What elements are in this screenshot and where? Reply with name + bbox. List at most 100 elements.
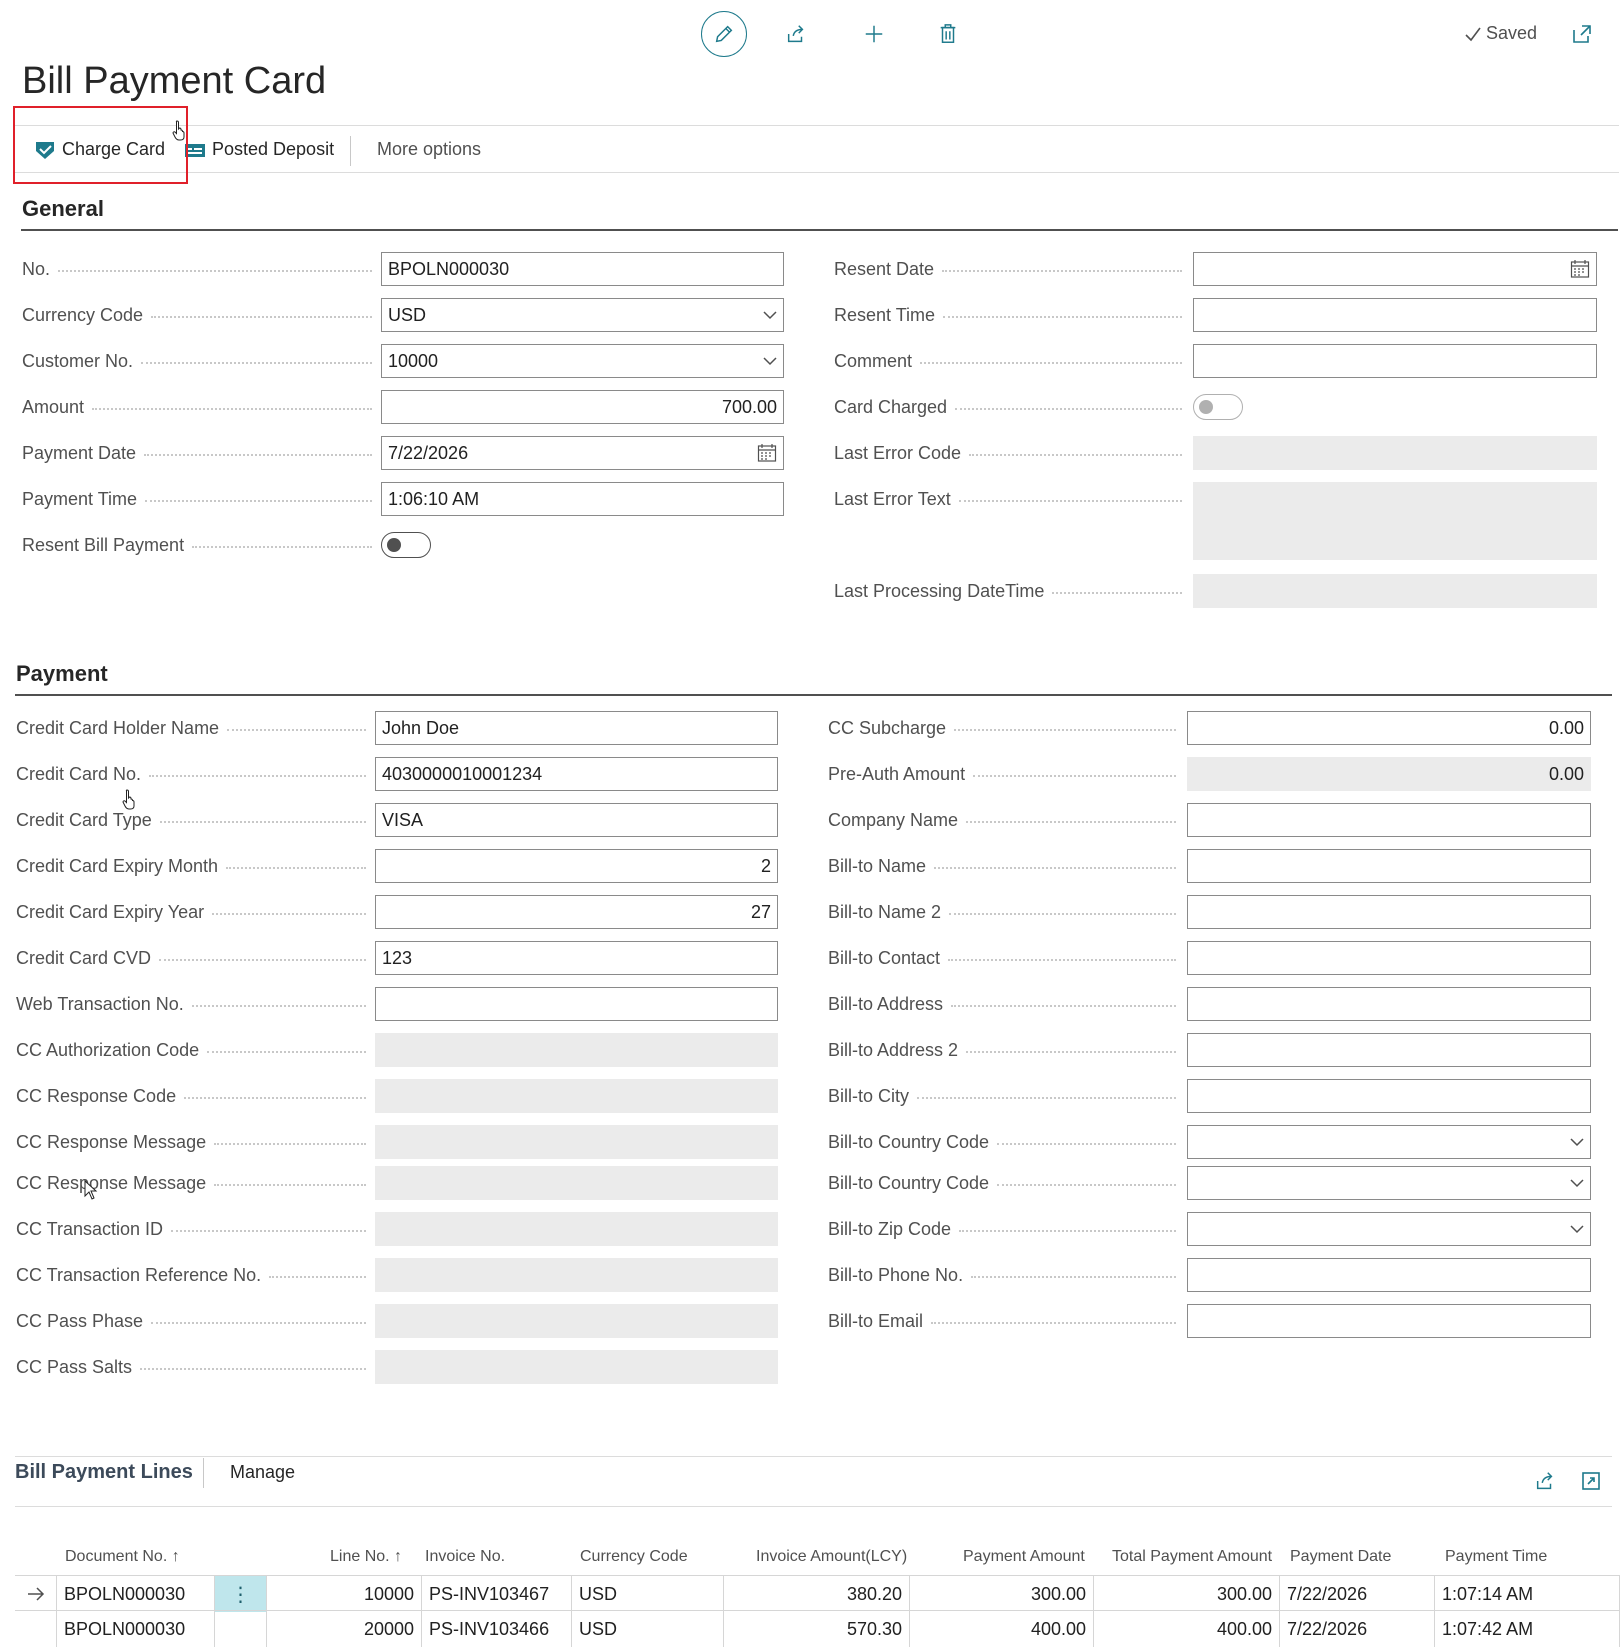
leader-dots (151, 1322, 366, 1324)
bill-to-address-2-label: Bill-to Address 2 (828, 1033, 1176, 1067)
hand-cursor-icon (172, 120, 185, 141)
leader-dots (955, 408, 1182, 410)
column-header-0[interactable]: Document No. ↑ (65, 1548, 180, 1566)
line-no-cell[interactable]: 20000 (267, 1611, 422, 1647)
row-menu-button[interactable] (215, 1611, 267, 1647)
credit-card-holder-name-field[interactable]: John Doe (375, 711, 778, 745)
invoice-no-cell[interactable]: PS-INV103467 (422, 1576, 572, 1612)
leader-dots (58, 270, 372, 272)
chevron-down-icon (1570, 1225, 1584, 1234)
bill-to-city-field[interactable] (1187, 1079, 1591, 1113)
share-button[interactable] (780, 18, 812, 50)
leader-dots (973, 775, 1176, 777)
customer-no-label: Customer No. (22, 344, 372, 378)
currency-code-field[interactable]: USD (381, 298, 784, 332)
action-bar-bottom-divider (14, 172, 1619, 173)
bill-to-name-2-field[interactable] (1187, 895, 1591, 929)
credit-card-type-field[interactable]: VISA (375, 803, 778, 837)
pencil-icon (715, 25, 733, 43)
bill-to-name-field[interactable] (1187, 849, 1591, 883)
card-charged-toggle[interactable] (1193, 394, 1243, 420)
bill-to-country-code-field[interactable] (1187, 1125, 1591, 1159)
payment-amount-cell[interactable]: 400.00 (910, 1611, 1094, 1647)
credit-card-expiry-month-label: Credit Card Expiry Month (16, 849, 366, 883)
posted-deposit-action[interactable]: Posted Deposit (184, 139, 334, 160)
cc-subcharge-field[interactable]: 0.00 (1187, 711, 1591, 745)
leader-dots (958, 500, 1182, 502)
bill-to-contact-field[interactable] (1187, 941, 1591, 975)
resent-date-field[interactable] (1193, 252, 1597, 286)
lines-bottom-divider (15, 1506, 1612, 1507)
invoice-amount-cell[interactable]: 380.20 (724, 1576, 910, 1612)
table-row[interactable]: BPOLN000030 20000 PS-INV103466 USD 570.30 400… (15, 1610, 1620, 1647)
bill-to-address-2-field[interactable] (1187, 1033, 1591, 1067)
currency-cell[interactable]: USD (572, 1576, 724, 1612)
credit-card-expiry-year-field[interactable]: 27 (375, 895, 778, 929)
leader-dots (959, 1230, 1176, 1232)
bill-to-address-field[interactable] (1187, 987, 1591, 1021)
total-payment-cell[interactable]: 400.00 (1094, 1611, 1280, 1647)
leader-dots (934, 867, 1176, 869)
payment-time-cell[interactable]: 1:07:14 AM (1435, 1576, 1620, 1612)
resent-time-field[interactable] (1193, 298, 1597, 332)
leader-dots (920, 362, 1182, 364)
calendar-icon[interactable] (757, 443, 777, 463)
currency-cell[interactable]: USD (572, 1611, 724, 1647)
bill-to-country-code-field[interactable] (1187, 1166, 1591, 1200)
invoice-amount-cell[interactable]: 570.30 (724, 1611, 910, 1647)
toggle-knob (1199, 400, 1213, 414)
posted-deposit-label: Posted Deposit (212, 139, 335, 159)
new-button[interactable] (858, 18, 890, 50)
bill-to-zip-code-field[interactable] (1187, 1212, 1591, 1246)
column-header-1[interactable]: Line No. ↑ (330, 1548, 402, 1566)
document-no-cell[interactable]: BPOLN000030 (57, 1576, 215, 1612)
table-row[interactable]: BPOLN000030 ⋮ 10000 PS-INV103467 USD 380.20 30… (15, 1575, 1620, 1612)
credit-card-expiry-month-field[interactable]: 2 (375, 849, 778, 883)
last-processing-datetime-label: Last Processing DateTime (834, 574, 1182, 608)
column-header-6[interactable]: Total Payment Amount (1112, 1548, 1272, 1566)
lines-manage-action[interactable]: Manage (230, 1462, 295, 1483)
hand-cursor-icon (122, 789, 135, 810)
row-menu-button[interactable]: ⋮ (215, 1576, 267, 1612)
leader-dots (1052, 592, 1182, 594)
web-transaction-no-field[interactable] (375, 987, 778, 1021)
cc-transaction-id-field (375, 1212, 778, 1246)
credit-card-no-field[interactable]: 4030000010001234 (375, 757, 778, 791)
payment-time-field[interactable]: 1:06:10 AM (381, 482, 784, 516)
column-header-3[interactable]: Currency Code (580, 1548, 688, 1566)
amount-label: Amount (22, 390, 372, 424)
comment-field[interactable] (1193, 344, 1597, 378)
payment-date-cell[interactable]: 7/22/2026 (1280, 1576, 1435, 1612)
no-field[interactable]: BPOLN000030 (381, 252, 784, 286)
column-header-5[interactable]: Payment Amount (963, 1548, 1085, 1566)
invoice-no-cell[interactable]: PS-INV103466 (422, 1611, 572, 1647)
line-no-cell[interactable]: 10000 (267, 1576, 422, 1612)
column-header-4[interactable]: Invoice Amount(LCY) (756, 1548, 907, 1566)
column-header-2[interactable]: Invoice No. (425, 1548, 505, 1566)
open-new-window-button[interactable] (1566, 18, 1598, 50)
payment-date-cell[interactable]: 7/22/2026 (1280, 1611, 1435, 1647)
resent-bill-payment-toggle[interactable] (381, 532, 431, 558)
payment-date-field[interactable]: 7/22/2026 (381, 436, 784, 470)
lines-share-button[interactable] (1531, 1467, 1559, 1495)
document-no-cell[interactable]: BPOLN000030 (57, 1611, 215, 1647)
edit-button[interactable] (701, 11, 747, 57)
company-name-field[interactable] (1187, 803, 1591, 837)
lines-expand-button[interactable] (1577, 1467, 1605, 1495)
leader-dots (140, 1368, 366, 1370)
column-header-7[interactable]: Payment Date (1290, 1548, 1391, 1566)
bill-to-email-field[interactable] (1187, 1304, 1591, 1338)
toggle-knob (387, 538, 401, 552)
more-options-action[interactable]: More options (377, 139, 481, 160)
amount-field[interactable]: 700.00 (381, 390, 784, 424)
credit-card-cvd-field[interactable]: 123 (375, 941, 778, 975)
total-payment-cell[interactable]: 300.00 (1094, 1576, 1280, 1612)
payment-time-cell[interactable]: 1:07:42 AM (1435, 1611, 1620, 1647)
column-header-8[interactable]: Payment Time (1445, 1548, 1547, 1566)
calendar-icon[interactable] (1570, 259, 1590, 279)
leader-dots (212, 913, 366, 915)
payment-amount-cell[interactable]: 300.00 (910, 1576, 1094, 1612)
delete-button[interactable] (932, 18, 964, 50)
bill-to-phone-no-field[interactable] (1187, 1258, 1591, 1292)
customer-no-field[interactable]: 10000 (381, 344, 784, 378)
